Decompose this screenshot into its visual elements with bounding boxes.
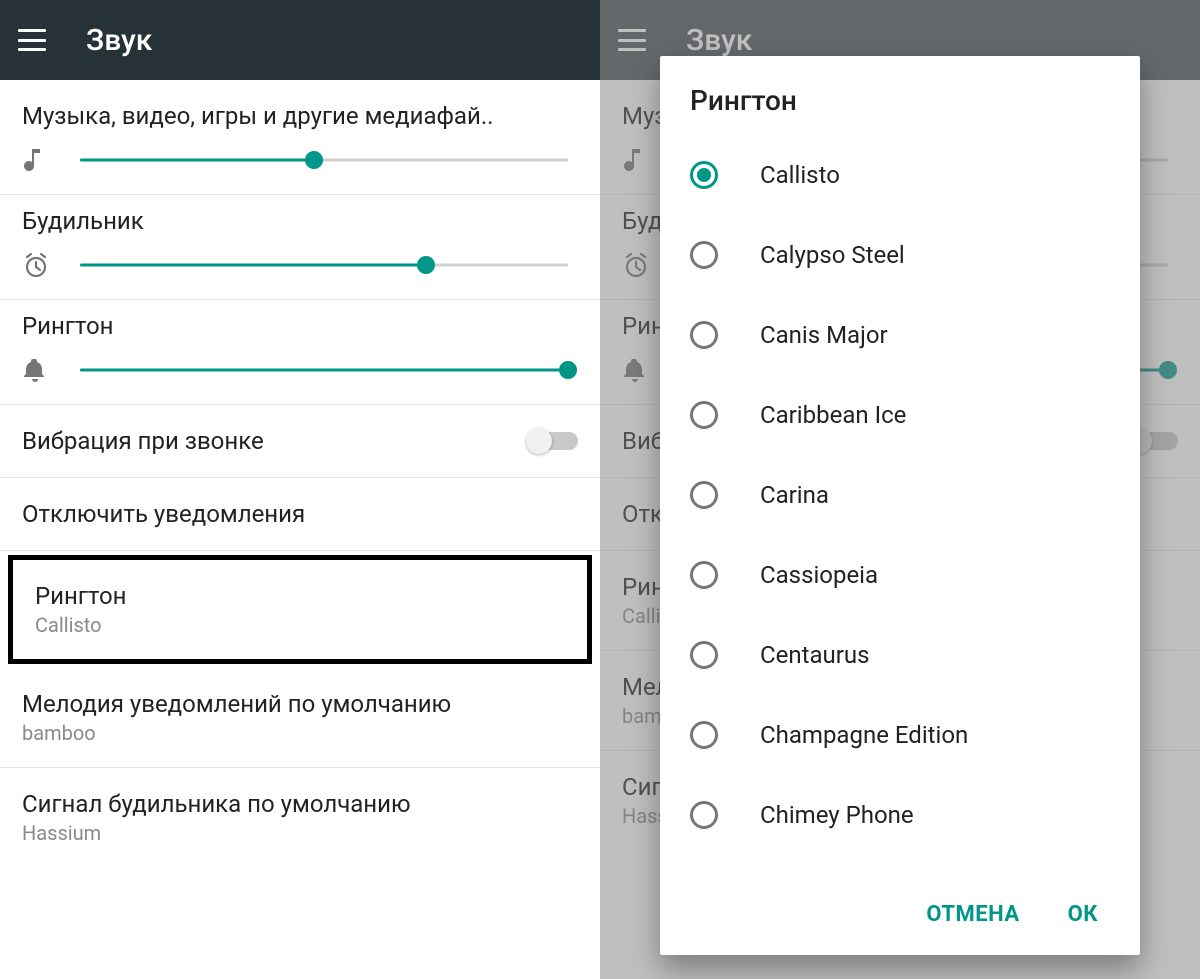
ringtone-option[interactable]: Carina (690, 455, 1110, 535)
appbar: Звук (0, 0, 600, 80)
vibrate-on-call-label: Вибрация при звонке (22, 427, 264, 455)
settings-screen-right: Звук Музыка, видео, игры и другие медиаф… (600, 0, 1200, 979)
ringtone-option-label: Chimey Phone (760, 801, 914, 829)
bell-icon (22, 356, 58, 384)
ringtone-option-label: Cassiopeia (760, 561, 878, 589)
ringtone-option-label: Caribbean Ice (760, 401, 906, 429)
radio-icon (690, 721, 718, 749)
ringtone-row-highlight: Рингтон Callisto (8, 555, 592, 664)
alarm-volume-label: Будильник (22, 207, 578, 235)
ringtone-option[interactable]: Calypso Steel (690, 215, 1110, 295)
radio-icon (690, 401, 718, 429)
vibrate-switch[interactable] (526, 428, 578, 454)
notification-sound-value: bamboo (22, 721, 451, 745)
ringtone-row-label: Рингтон (35, 582, 127, 610)
dnd-row[interactable]: Отключить уведомления (0, 478, 600, 551)
cancel-button[interactable]: ОТМЕНА (908, 892, 1037, 937)
ringtone-option[interactable]: Centaurus (690, 615, 1110, 695)
music-note-icon (22, 146, 58, 174)
ringtone-volume-label: Рингтон (22, 312, 578, 340)
settings-screen-left: Звук Музыка, видео, игры и другие медиаф… (0, 0, 600, 979)
alarm-volume-slider[interactable] (80, 255, 568, 275)
ringtone-option-label: Canis Major (760, 321, 888, 349)
ringtone-option-label: Carina (760, 481, 829, 509)
ringtone-dialog: Рингтон Callisto Calypso Steel Canis Major… (660, 56, 1140, 955)
radio-icon (690, 481, 718, 509)
radio-icon (690, 241, 718, 269)
dnd-label: Отключить уведомления (22, 500, 305, 528)
notification-sound-row[interactable]: Мелодия уведомлений по умолчанию bamboo (0, 668, 600, 768)
radio-icon (690, 561, 718, 589)
ringtone-row-value: Callisto (35, 613, 127, 637)
ringtone-option-list: Callisto Calypso Steel Canis Major Caribbea… (660, 135, 1140, 878)
ringtone-option[interactable]: Chimey Phone (690, 775, 1110, 855)
radio-icon (690, 801, 718, 829)
ringtone-row[interactable]: Рингтон Callisto (13, 560, 587, 659)
notification-sound-label: Мелодия уведомлений по умолчанию (22, 690, 451, 718)
ringtone-option[interactable]: Canis Major (690, 295, 1110, 375)
radio-icon (690, 161, 718, 189)
ok-button[interactable]: ОК (1050, 892, 1116, 937)
page-title: Звук (86, 23, 152, 58)
dialog-title: Рингтон (660, 56, 1140, 135)
ringtone-volume-slider[interactable] (80, 360, 568, 380)
alarm-sound-row[interactable]: Сигнал будильника по умолчанию Hassium (0, 768, 600, 867)
ringtone-option[interactable]: Caribbean Ice (690, 375, 1110, 455)
radio-icon (690, 641, 718, 669)
vibrate-on-call-row[interactable]: Вибрация при звонке (0, 405, 600, 478)
ringtone-option-label: Calypso Steel (760, 241, 905, 269)
alarm-volume-section: Будильник (0, 195, 600, 300)
ringtone-option-label: Champagne Edition (760, 721, 968, 749)
ringtone-volume-section: Рингтон (0, 300, 600, 405)
alarm-clock-icon (22, 251, 58, 279)
media-volume-section: Музыка, видео, игры и другие медиафай.. (0, 90, 600, 195)
menu-icon[interactable] (18, 29, 46, 51)
alarm-sound-label: Сигнал будильника по умолчанию (22, 790, 411, 818)
ringtone-option-label: Centaurus (760, 641, 870, 669)
ringtone-option[interactable]: Callisto (690, 135, 1110, 215)
ringtone-option[interactable]: Champagne Edition (690, 695, 1110, 775)
alarm-sound-value: Hassium (22, 821, 411, 845)
radio-icon (690, 321, 718, 349)
ringtone-option-label: Callisto (760, 161, 840, 189)
ringtone-option[interactable]: Cassiopeia (690, 535, 1110, 615)
media-volume-label: Музыка, видео, игры и другие медиафай.. (22, 102, 578, 130)
media-volume-slider[interactable] (80, 150, 568, 170)
